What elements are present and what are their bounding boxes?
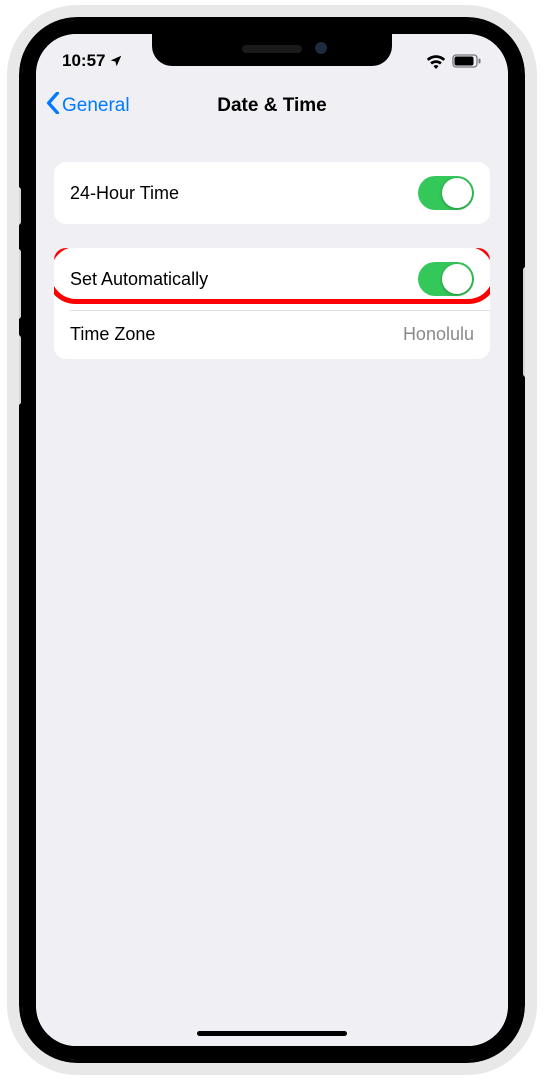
set-automatically-row[interactable]: Set Automatically xyxy=(54,248,490,310)
settings-group-1: 24-Hour Time xyxy=(54,162,490,224)
power-button xyxy=(523,267,529,377)
back-button[interactable]: General xyxy=(46,92,130,120)
row-label: 24-Hour Time xyxy=(70,183,179,204)
24-hour-time-toggle[interactable] xyxy=(418,176,474,210)
content-area: 24-Hour Time Set Automatically xyxy=(36,162,508,383)
status-time: 10:57 xyxy=(62,51,105,71)
row-label: Set Automatically xyxy=(70,269,208,290)
home-indicator[interactable] xyxy=(197,1031,347,1036)
toggle-knob xyxy=(442,264,472,294)
screen: 10:57 xyxy=(36,34,508,1046)
notch xyxy=(152,34,392,66)
back-label: General xyxy=(62,95,130,117)
silence-switch xyxy=(15,187,21,225)
time-zone-row[interactable]: Time Zone Honolulu xyxy=(54,310,490,359)
time-zone-value: Honolulu xyxy=(403,324,474,345)
battery-icon xyxy=(452,54,482,68)
24-hour-time-row[interactable]: 24-Hour Time xyxy=(54,162,490,224)
wifi-icon xyxy=(426,54,446,69)
location-icon xyxy=(109,54,123,68)
volume-down-button xyxy=(15,335,21,405)
phone-frame: 10:57 xyxy=(7,5,537,1075)
chevron-left-icon xyxy=(46,92,60,120)
row-label: Time Zone xyxy=(70,324,155,345)
nav-bar: General Date & Time xyxy=(36,78,508,134)
page-title: Date & Time xyxy=(217,95,326,117)
toggle-knob xyxy=(442,178,472,208)
volume-up-button xyxy=(15,249,21,319)
set-automatically-toggle[interactable] xyxy=(418,262,474,296)
settings-group-2: Set Automatically Time Zone Honolulu xyxy=(54,248,490,359)
